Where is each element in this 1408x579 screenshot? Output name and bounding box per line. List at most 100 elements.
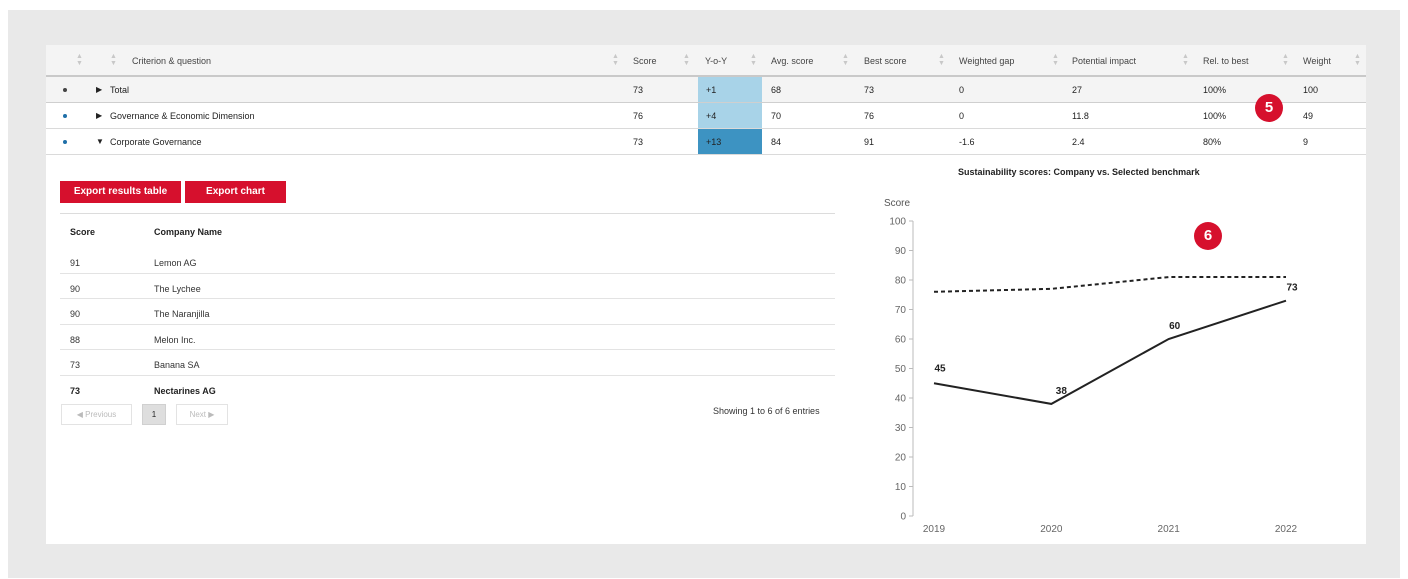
collapse-caret-icon[interactable]: ▼ xyxy=(96,137,104,146)
data-label: 38 xyxy=(1056,386,1068,397)
sort-icon[interactable]: ▲ ▼ xyxy=(750,53,757,67)
y-tick-label: 40 xyxy=(895,394,907,405)
header-potential-impact[interactable]: Potential impact xyxy=(1072,56,1136,66)
table-row-highlighted: 73 Nectarines AG xyxy=(60,376,835,402)
company-name-cell: Melon Inc. xyxy=(154,334,196,345)
yoy-value: +13 xyxy=(706,137,722,147)
data-label: 45 xyxy=(934,363,946,374)
sort-icon[interactable]: ▲ ▼ xyxy=(1354,53,1361,67)
rel-to-best-cell: 100% xyxy=(1203,85,1227,95)
yoy-value: +1 xyxy=(706,85,717,95)
y-tick-label: 70 xyxy=(895,305,907,316)
y-tick-label: 100 xyxy=(889,217,906,228)
rel-to-best-cell: 100% xyxy=(1203,111,1227,121)
avg-score-cell: 68 xyxy=(771,85,782,95)
header-weighted-gap[interactable]: Weighted gap xyxy=(959,56,1014,66)
weighted-gap-cell: -1.6 xyxy=(959,137,975,147)
export-results-table-button[interactable]: Export results table xyxy=(60,181,181,203)
y-tick-label: 10 xyxy=(895,482,907,493)
expand-caret-icon[interactable]: ▶ xyxy=(96,111,102,120)
company-line xyxy=(933,299,1287,405)
table-row: 73 Banana SA xyxy=(60,350,835,376)
score-cell: 90 xyxy=(70,283,81,294)
table-row: 88 Melon Inc. xyxy=(60,325,835,350)
criteria-row-governance[interactable]: ▶ Governance & Economic Dimension 76 +4 … xyxy=(46,103,1366,129)
y-tick-label: 0 xyxy=(900,512,906,523)
header-criterion[interactable]: Criterion & question xyxy=(132,56,211,66)
header-company-name[interactable]: Company Name xyxy=(154,227,222,237)
next-page-button[interactable]: Next ▶ xyxy=(176,404,228,425)
table-row: 90 The Lychee xyxy=(60,274,835,299)
y-tick-label: 80 xyxy=(895,276,907,287)
data-label: 60 xyxy=(1169,321,1181,332)
weight-cell: 9 xyxy=(1303,137,1309,147)
potential-impact-cell: 11.8 xyxy=(1072,111,1089,121)
criterion-name: Governance & Economic Dimension xyxy=(110,111,255,121)
criterion-name: Total xyxy=(110,85,130,95)
ranking-table: Score Company Name 91 Lemon AG 90 The Ly… xyxy=(60,213,835,401)
criteria-table-header: ▲ ▼ ▲ ▼ Criterion & question ▲ ▼ Score ▲ ▼ Y… xyxy=(46,45,1366,77)
company-name-cell: Nectarines AG xyxy=(154,385,216,396)
x-tick-label: 2022 xyxy=(1275,524,1298,535)
yoy-cell: +1 xyxy=(698,77,762,102)
bullet-icon xyxy=(63,114,67,118)
sort-icon[interactable]: ▲ ▼ xyxy=(938,53,945,67)
score-cell: 76 xyxy=(633,111,644,121)
y-tick-label: 60 xyxy=(895,335,907,346)
y-tick-label: 30 xyxy=(895,423,907,434)
expand-caret-icon[interactable]: ▶ xyxy=(96,85,102,94)
best-score-cell: 73 xyxy=(864,85,875,95)
header-yoy[interactable]: Y-o-Y xyxy=(705,56,727,66)
table-row: 90 The Naranjilla xyxy=(60,299,835,325)
previous-page-button[interactable]: ◀ Previous xyxy=(61,404,132,425)
criteria-table: ▲ ▼ ▲ ▼ Criterion & question ▲ ▼ Score ▲ ▼ Y… xyxy=(46,45,1366,155)
bullet-icon xyxy=(63,140,67,144)
sort-icon[interactable]: ▲ ▼ xyxy=(612,53,619,67)
yoy-cell: +13 xyxy=(698,129,762,154)
weighted-gap-cell: 0 xyxy=(959,111,965,121)
best-score-cell: 76 xyxy=(864,111,875,121)
score-cell: 73 xyxy=(70,360,81,370)
rel-to-best-cell: 80% xyxy=(1203,137,1222,147)
weighted-gap-cell: 0 xyxy=(959,85,965,95)
data-label: 73 xyxy=(1286,283,1298,294)
yoy-cell: +4 xyxy=(698,103,762,128)
x-tick-label: 2020 xyxy=(1040,524,1063,535)
header-weight[interactable]: Weight xyxy=(1303,56,1331,66)
pagination-info: Showing 1 to 6 of 6 entries xyxy=(713,406,820,416)
y-tick-label: 90 xyxy=(895,246,907,257)
best-score-cell: 91 xyxy=(864,137,875,147)
table-row: 91 Lemon AG xyxy=(60,248,835,274)
sort-icon[interactable]: ▲ ▼ xyxy=(842,53,849,67)
header-score[interactable]: Score xyxy=(633,56,657,66)
sort-icon[interactable]: ▲ ▼ xyxy=(683,53,690,67)
y-tick-label: 50 xyxy=(895,364,907,375)
export-chart-button[interactable]: Export chart xyxy=(185,181,286,203)
line-chart: Score 0 10 20 30 40 50 60 70 80 90 100 2019 2020 2021 2… xyxy=(884,198,1298,535)
criteria-row-corporate-governance[interactable]: ▼ Corporate Governance 73 +13 84 91 -1.6… xyxy=(46,129,1366,155)
avg-score-cell: 84 xyxy=(771,137,782,147)
weight-cell: 49 xyxy=(1303,111,1314,121)
company-name-cell: Banana SA xyxy=(154,360,200,370)
header-avg-score[interactable]: Avg. score xyxy=(771,56,813,66)
criteria-row-total[interactable]: ▶ Total 73 +1 68 73 0 27 100% 100 xyxy=(46,77,1366,103)
sort-icon[interactable]: ▲ ▼ xyxy=(110,53,117,67)
benchmark-line xyxy=(933,276,1286,293)
company-name-cell: The Naranjilla xyxy=(154,309,210,319)
weight-cell: 100 xyxy=(1303,85,1319,95)
score-cell: 90 xyxy=(70,309,81,319)
sort-icon[interactable]: ▲ ▼ xyxy=(76,53,83,67)
criterion-name: Corporate Governance xyxy=(110,137,202,147)
score-cell: 73 xyxy=(70,385,81,396)
header-rel-to-best[interactable]: Rel. to best xyxy=(1203,56,1249,66)
sort-icon[interactable]: ▲ ▼ xyxy=(1282,53,1289,67)
company-name-cell: Lemon AG xyxy=(154,258,197,268)
header-best-score[interactable]: Best score xyxy=(864,56,907,66)
sort-icon[interactable]: ▲ ▼ xyxy=(1182,53,1189,67)
score-cell: 73 xyxy=(633,85,644,95)
score-cell: 91 xyxy=(70,258,81,268)
header-score[interactable]: Score xyxy=(70,227,95,237)
bullet-icon xyxy=(63,88,67,92)
sort-icon[interactable]: ▲ ▼ xyxy=(1052,53,1059,67)
page-1-button[interactable]: 1 xyxy=(142,404,166,425)
